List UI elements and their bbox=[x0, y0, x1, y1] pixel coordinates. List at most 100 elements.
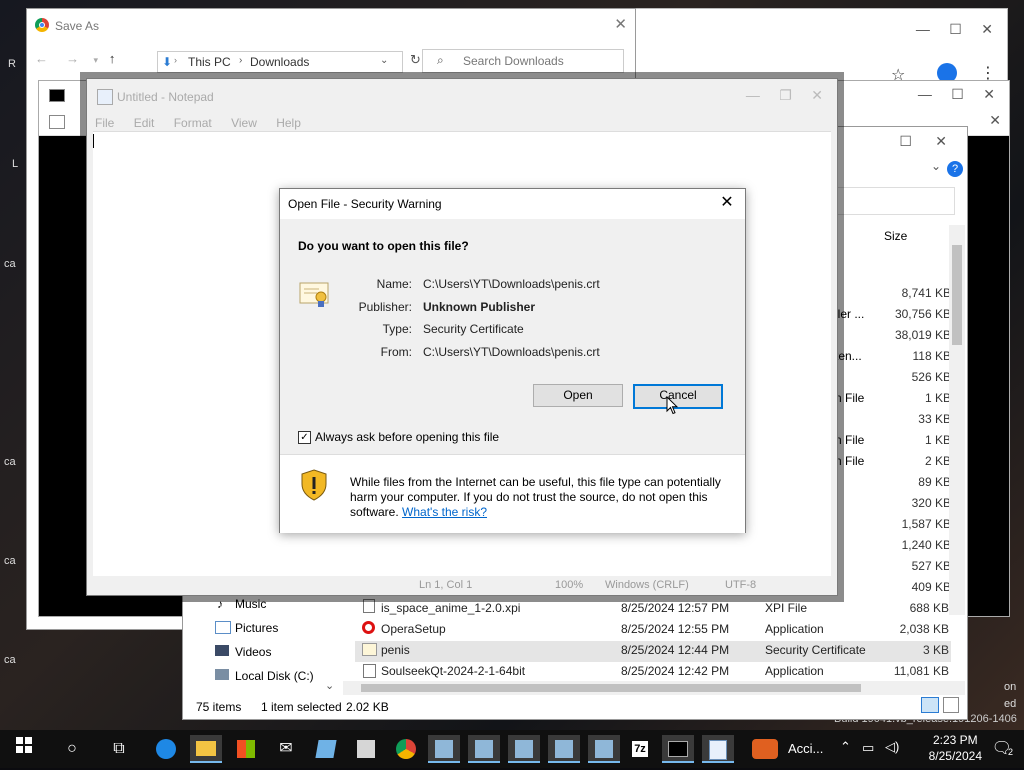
local-disk-icon bbox=[215, 669, 229, 680]
mouse-cursor-icon bbox=[666, 395, 679, 418]
volume-icon[interactable]: ◁) bbox=[885, 739, 899, 755]
close-icon[interactable]: ✕ bbox=[715, 192, 739, 214]
app-icon[interactable] bbox=[428, 735, 460, 763]
breadcrumb-downloads[interactable]: Downloads bbox=[250, 55, 309, 69]
app-icon[interactable] bbox=[468, 735, 500, 763]
breadcrumb-this-pc[interactable]: This PC bbox=[188, 55, 231, 69]
publisher-value: Unknown Publisher bbox=[423, 300, 536, 314]
file-size: 1,587 KB bbox=[901, 517, 951, 531]
cmd-taskbar-icon[interactable] bbox=[662, 735, 694, 763]
file-size: 526 KB bbox=[911, 370, 951, 384]
desktop-label: ca bbox=[4, 555, 16, 567]
file-name[interactable]: SoulseekQt-2024-2-1-64bit bbox=[381, 664, 525, 678]
details-view-icon[interactable] bbox=[921, 697, 939, 713]
network-icon[interactable]: ▭ bbox=[862, 740, 874, 756]
cancel-button[interactable]: Cancel bbox=[633, 384, 723, 409]
file-type: Application bbox=[765, 664, 824, 678]
menu-help[interactable]: Help bbox=[276, 116, 301, 130]
menu-edit[interactable]: Edit bbox=[134, 116, 155, 130]
close-icon[interactable]: ✕ bbox=[614, 15, 627, 33]
accident-app-label[interactable]: Acci... bbox=[788, 741, 823, 756]
back-arrow-icon[interactable]: ← bbox=[35, 51, 48, 66]
sidebar-item-pictures[interactable]: Pictures bbox=[235, 621, 278, 635]
search-input[interactable]: ⌕ Search Downloads bbox=[422, 49, 624, 73]
zoom-level: 100% bbox=[555, 579, 584, 591]
file-size: 30,756 KB bbox=[894, 307, 951, 321]
windows-start-icon[interactable] bbox=[10, 735, 38, 763]
file-name[interactable]: is_space_anime_1-2.0.xpi bbox=[381, 601, 520, 615]
scrollbar-thumb[interactable] bbox=[361, 684, 861, 692]
chevron-down-icon[interactable]: ⌄ bbox=[380, 55, 388, 66]
music-icon: ♪ bbox=[217, 597, 223, 611]
file-size: 527 KB bbox=[911, 559, 951, 573]
notepad-taskbar-icon[interactable] bbox=[702, 735, 734, 763]
sidebar-item-videos[interactable]: Videos bbox=[235, 645, 271, 659]
file-type: n File bbox=[835, 433, 865, 447]
help-icon[interactable]: ? bbox=[947, 161, 963, 177]
chrome-icon[interactable] bbox=[392, 735, 420, 763]
sidebar-item-local-disk[interactable]: Local Disk (C:) bbox=[235, 669, 314, 683]
always-ask-label[interactable]: Always ask before opening this file bbox=[315, 430, 499, 444]
file-size: 1,240 KB bbox=[901, 538, 951, 552]
chevron-right-icon: › bbox=[174, 55, 177, 65]
menu-file[interactable]: File bbox=[95, 116, 114, 130]
file-name[interactable]: OperaSetup bbox=[381, 622, 446, 636]
sidebar-item-music[interactable]: Music bbox=[235, 597, 266, 611]
horizontal-scrollbar[interactable] bbox=[343, 681, 965, 695]
file-type: n File bbox=[835, 391, 865, 405]
7zip-icon[interactable]: 7z bbox=[626, 735, 654, 763]
window-controls: — ❐ ✕ bbox=[745, 87, 823, 103]
menu-view[interactable]: View bbox=[231, 116, 257, 130]
file-icon bbox=[363, 664, 376, 678]
search-placeholder: Search Downloads bbox=[463, 54, 564, 68]
search-circle-icon[interactable]: ○ bbox=[58, 735, 86, 763]
app-icon[interactable] bbox=[548, 735, 580, 763]
forward-arrow-icon[interactable]: → bbox=[66, 51, 79, 66]
file-date: 8/25/2024 12:55 PM bbox=[621, 622, 730, 636]
selection-size: 2.02 KB bbox=[346, 700, 389, 714]
always-ask-checkbox[interactable]: ✓ bbox=[298, 431, 311, 444]
refresh-icon[interactable]: ↻ bbox=[410, 52, 421, 68]
chevron-down-icon[interactable]: ⌄ bbox=[931, 159, 941, 173]
clock-date: 8/25/2024 bbox=[928, 749, 982, 763]
chevron-up-icon[interactable]: ⌃ bbox=[840, 739, 851, 755]
accident-app-icon[interactable] bbox=[752, 739, 778, 759]
file-size: 33 KB bbox=[918, 412, 951, 426]
text-cursor bbox=[93, 134, 94, 148]
chevron-down-icon[interactable]: ⌄ bbox=[325, 679, 334, 692]
scrollbar-thumb[interactable] bbox=[952, 245, 962, 345]
file-size: 2 KB bbox=[924, 454, 951, 468]
app-icon[interactable] bbox=[152, 735, 180, 763]
chevron-down-icon[interactable]: ▾ bbox=[94, 55, 99, 65]
file-type: ller ... bbox=[835, 307, 865, 321]
store-icon[interactable] bbox=[232, 735, 260, 763]
whats-the-risk-link[interactable]: What's the risk? bbox=[402, 505, 487, 519]
vertical-scrollbar[interactable] bbox=[949, 225, 965, 615]
notepad-menu-bar: File Edit Format View Help bbox=[95, 116, 317, 130]
app-icon[interactable] bbox=[508, 735, 540, 763]
encoding: UTF-8 bbox=[725, 579, 757, 591]
close-icon[interactable]: ✕ bbox=[989, 112, 1001, 129]
large-icons-view-icon[interactable] bbox=[943, 697, 959, 713]
desktop-label: ca bbox=[4, 654, 16, 666]
menu-format[interactable]: Format bbox=[174, 116, 212, 130]
task-view-icon[interactable]: ⧉ bbox=[105, 735, 133, 763]
mail-icon[interactable]: ✉ bbox=[272, 735, 300, 763]
app-icon[interactable] bbox=[352, 735, 380, 763]
search-input[interactable] bbox=[833, 187, 955, 215]
address-bar[interactable]: ⬇ › This PC › Downloads ⌄ bbox=[157, 51, 403, 73]
open-button[interactable]: Open bbox=[533, 384, 623, 407]
shield-icon bbox=[300, 469, 328, 504]
column-header-size[interactable]: Size bbox=[884, 229, 907, 243]
file-explorer-taskbar-icon[interactable] bbox=[190, 735, 222, 763]
certificate-icon bbox=[299, 280, 331, 311]
file-name[interactable]: penis bbox=[381, 643, 410, 657]
chevron-right-icon: › bbox=[239, 55, 243, 66]
app-icon[interactable] bbox=[588, 735, 620, 763]
warning-message: While files from the Internet can be use… bbox=[350, 475, 730, 520]
window-controls: ☐ ✕ bbox=[899, 133, 947, 149]
taskbar-clock[interactable]: 2:23 PM 8/25/2024 bbox=[929, 732, 982, 764]
up-arrow-icon[interactable]: ↑ bbox=[109, 51, 116, 66]
app-icon[interactable] bbox=[312, 735, 340, 763]
desktop-label: on bbox=[1004, 681, 1017, 693]
